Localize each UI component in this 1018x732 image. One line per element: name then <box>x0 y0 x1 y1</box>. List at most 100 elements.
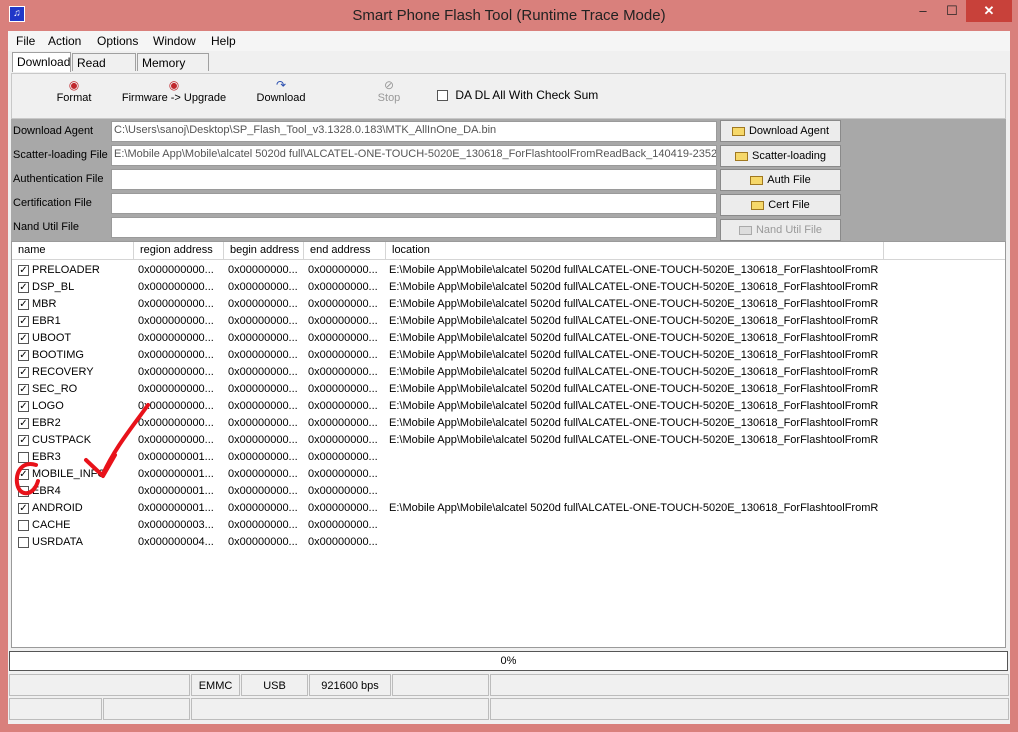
status-cell <box>191 698 489 720</box>
row-checkbox[interactable]: ✓ <box>18 469 29 480</box>
window-title: Smart Phone Flash Tool (Runtime Trace Mo… <box>352 7 666 24</box>
maximize-button[interactable]: ☐ <box>938 0 966 22</box>
checksum-checkbox[interactable]: DA DL All With Check Sum <box>437 88 598 102</box>
table-row[interactable]: ✓ DSP_BL 0x000000000... 0x00000000... 0x0000… <box>12 279 1005 296</box>
row-checkbox[interactable]: ✓ <box>18 282 29 293</box>
row-checkbox[interactable]: ✓ <box>18 350 29 361</box>
cert-label: Certification File <box>13 197 92 209</box>
row-checkbox[interactable]: ✓ <box>18 384 29 395</box>
format-button[interactable]: ◉ Format <box>44 78 104 104</box>
table-row[interactable]: ✓ ANDROID 0x000000001... 0x00000000... 0x000… <box>12 500 1005 517</box>
table-row[interactable]: ✓ PRELOADER 0x000000000... 0x00000000... 0x0… <box>12 262 1005 279</box>
download-button[interactable]: ↷ Download <box>248 78 314 104</box>
cert-field[interactable] <box>111 193 717 214</box>
col-name[interactable]: name <box>12 242 134 259</box>
table-row[interactable]: USRDATA 0x000000004... 0x00000000... 0x0000… <box>12 534 1005 551</box>
table-row[interactable]: ✓ BOOTIMG 0x000000000... 0x00000000... 0x000… <box>12 347 1005 364</box>
row-checkbox[interactable] <box>18 486 29 497</box>
cell-begin: 0x00000000... <box>228 536 298 548</box>
close-button[interactable]: ✕ <box>966 0 1012 22</box>
auth-field[interactable] <box>111 169 717 190</box>
cell-begin: 0x00000000... <box>228 502 298 514</box>
row-checkbox[interactable]: ✓ <box>18 265 29 276</box>
cert-file-button[interactable]: Cert File <box>720 194 841 216</box>
table-row[interactable]: ✓ CUSTPACK 0x000000000... 0x00000000... 0x00… <box>12 432 1005 449</box>
folder-icon <box>751 200 765 210</box>
cell-begin: 0x00000000... <box>228 298 298 310</box>
cell-name: CUSTPACK <box>32 434 92 446</box>
format-label: Format <box>56 92 92 104</box>
table-row[interactable]: ✓ MBR 0x000000000... 0x00000000... 0x0000000… <box>12 296 1005 313</box>
checksum-label: DA DL All With Check Sum <box>455 88 599 102</box>
row-checkbox[interactable]: ✓ <box>18 333 29 344</box>
cell-region: 0x000000001... <box>138 485 214 497</box>
row-checkbox[interactable]: ✓ <box>18 316 29 327</box>
firmware-upgrade-button[interactable]: ◉ Firmware -> Upgrade <box>118 78 230 104</box>
scatter-loading-button[interactable]: Scatter-loading <box>720 145 841 167</box>
download-agent-field[interactable]: C:\Users\sanoj\Desktop\SP_Flash_Tool_v3.… <box>111 121 717 142</box>
table-row[interactable]: ✓ MOBILE_INFO 0x000000001... 0x00000000... 0… <box>12 466 1005 483</box>
cell-name: DSP_BL <box>32 281 75 293</box>
cell-location: E:\Mobile App\Mobile\alcatel 5020d full\… <box>389 349 879 361</box>
cell-end: 0x00000000... <box>308 298 378 310</box>
cell-location: E:\Mobile App\Mobile\alcatel 5020d full\… <box>389 281 879 293</box>
minimize-button[interactable]: – <box>908 0 938 22</box>
checksum-box[interactable] <box>437 90 448 102</box>
auth-file-button[interactable]: Auth File <box>720 169 841 191</box>
scatter-field[interactable]: E:\Mobile App\Mobile\alcatel 5020d full\… <box>111 145 717 166</box>
title-bar[interactable]: ♫ Smart Phone Flash Tool (Runtime Trace … <box>0 0 1018 31</box>
status-cell <box>9 674 190 696</box>
row-checkbox[interactable]: ✓ <box>18 503 29 514</box>
cell-region: 0x000000001... <box>138 468 214 480</box>
stop-label: Stop <box>377 92 401 104</box>
menu-action[interactable]: Action <box>48 34 81 48</box>
progress-bar: 0% <box>9 651 1008 671</box>
nand-button-label: Nand Util File <box>755 224 823 236</box>
cell-end: 0x00000000... <box>308 349 378 361</box>
row-checkbox[interactable] <box>18 452 29 463</box>
table-row[interactable]: ✓ SEC_RO 0x000000000... 0x00000000... 0x0000… <box>12 381 1005 398</box>
tab-read-back[interactable]: Read back <box>72 53 136 88</box>
table-row[interactable]: EBR3 0x000000001... 0x00000000... 0x0000000… <box>12 449 1005 466</box>
partition-list[interactable]: name region address begin address end ad… <box>11 241 1006 648</box>
stop-button[interactable]: ⊘ Stop <box>364 78 414 104</box>
table-row[interactable]: ✓ UBOOT 0x000000000... 0x00000000... 0x00000… <box>12 330 1005 347</box>
col-location[interactable]: location <box>386 242 884 259</box>
toolbar: ◉ Format ◉ Firmware -> Upgrade ↷ Downloa… <box>11 73 1006 119</box>
table-row[interactable]: ✓ LOGO 0x000000000... 0x00000000... 0x000000… <box>12 398 1005 415</box>
table-row[interactable]: ✓ EBR2 0x000000000... 0x00000000... 0x000000… <box>12 415 1005 432</box>
nand-field[interactable] <box>111 217 717 238</box>
row-checkbox[interactable]: ✓ <box>18 418 29 429</box>
tab-download[interactable]: Download <box>12 52 71 72</box>
cell-end: 0x00000000... <box>308 383 378 395</box>
cell-location: E:\Mobile App\Mobile\alcatel 5020d full\… <box>389 315 879 327</box>
cell-region: 0x000000000... <box>138 281 214 293</box>
menu-file[interactable]: File <box>16 34 35 48</box>
menu-window[interactable]: Window <box>153 34 196 48</box>
download-agent-button[interactable]: Download Agent <box>720 120 841 142</box>
row-checkbox[interactable] <box>18 537 29 548</box>
col-end[interactable]: end address <box>304 242 386 259</box>
nand-util-button[interactable]: Nand Util File <box>720 219 841 241</box>
row-checkbox[interactable]: ✓ <box>18 299 29 310</box>
cell-location: E:\Mobile App\Mobile\alcatel 5020d full\… <box>389 417 879 429</box>
cell-region: 0x000000000... <box>138 366 214 378</box>
table-row[interactable]: ✓ EBR1 0x000000000... 0x00000000... 0x000000… <box>12 313 1005 330</box>
col-begin[interactable]: begin address <box>224 242 304 259</box>
table-row[interactable]: ✓ RECOVERY 0x000000000... 0x00000000... 0x00… <box>12 364 1005 381</box>
cell-begin: 0x00000000... <box>228 383 298 395</box>
row-checkbox[interactable]: ✓ <box>18 435 29 446</box>
col-region[interactable]: region address <box>134 242 224 259</box>
cell-region: 0x000000000... <box>138 349 214 361</box>
row-checkbox[interactable] <box>18 520 29 531</box>
menu-help[interactable]: Help <box>211 34 236 48</box>
menu-options[interactable]: Options <box>97 34 138 48</box>
tab-memory-test[interactable]: Memory Test <box>137 53 209 88</box>
cert-button-label: Cert File <box>768 199 810 211</box>
table-row[interactable]: CACHE 0x000000003... 0x00000000... 0x000000… <box>12 517 1005 534</box>
status-cell <box>490 698 1009 720</box>
table-row[interactable]: EBR4 0x000000001... 0x00000000... 0x0000000… <box>12 483 1005 500</box>
cell-name: PRELOADER <box>32 264 100 276</box>
row-checkbox[interactable]: ✓ <box>18 367 29 378</box>
row-checkbox[interactable]: ✓ <box>18 401 29 412</box>
